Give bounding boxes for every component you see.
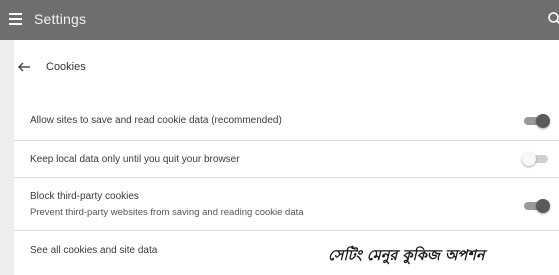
setting-description: Prevent third-party websites from saving… — [30, 207, 304, 218]
setting-label: Allow sites to save and read cookie data… — [30, 115, 282, 126]
top-app-bar: Settings — [0, 0, 559, 40]
setting-row-allow-cookies[interactable]: Allow sites to save and read cookie data… — [14, 102, 559, 140]
subpage-header: Cookies — [14, 52, 86, 82]
setting-label: Keep local data only until you quit your… — [30, 154, 240, 165]
search-icon[interactable] — [547, 11, 559, 27]
app-title: Settings — [34, 11, 87, 27]
block-third-party-toggle[interactable] — [522, 199, 550, 213]
allow-cookies-toggle[interactable] — [522, 114, 550, 128]
subpage-title: Cookies — [46, 61, 86, 73]
setting-row-block-third-party[interactable]: Block third-party cookies Prevent third-… — [14, 177, 559, 230]
setting-row-keep-local-data[interactable]: Keep local data only until you quit your… — [14, 140, 559, 177]
setting-label: Block third-party cookies — [30, 191, 139, 202]
hamburger-menu-icon[interactable] — [9, 13, 22, 25]
see-all-cookies-link[interactable]: See all cookies and site data — [30, 245, 157, 256]
image-caption: সেটিং মেনুর কুকিজ অপশন — [328, 248, 485, 264]
keep-local-data-toggle[interactable] — [522, 152, 550, 166]
back-arrow-icon[interactable] — [16, 59, 32, 75]
